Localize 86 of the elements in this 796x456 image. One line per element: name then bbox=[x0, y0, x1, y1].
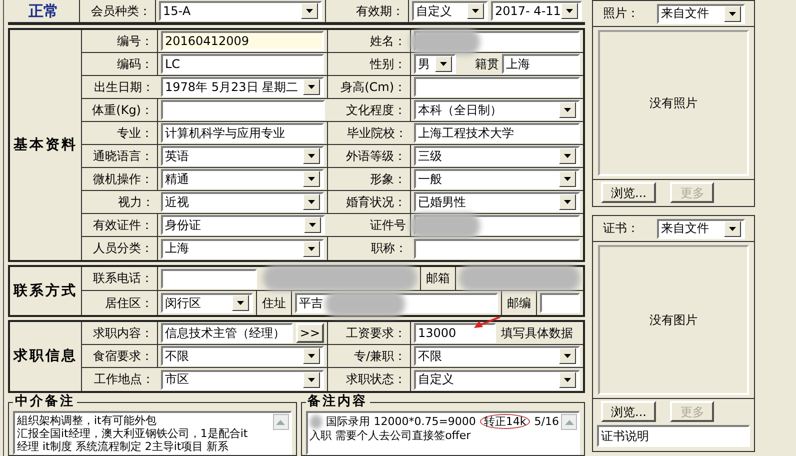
field-label: 形象： bbox=[370, 172, 406, 186]
field-label: 体重(Kg)： bbox=[92, 102, 153, 118]
dropdown-field[interactable]: 本科（全日制） bbox=[414, 100, 580, 120]
text-field[interactable]: 上海 bbox=[502, 54, 580, 74]
field-label: 性别： bbox=[370, 56, 406, 72]
hint-text: 填写具体数据 bbox=[501, 326, 573, 340]
field-label: 姓名： bbox=[370, 34, 406, 48]
field-label: 求职内容： bbox=[93, 326, 153, 340]
dropdown-field[interactable]: 已婚男性 bbox=[414, 192, 580, 212]
dropdown-field[interactable]: 一般 bbox=[414, 169, 580, 189]
field-label: 邮编 bbox=[507, 296, 531, 310]
browse-button[interactable]: 浏览... bbox=[601, 401, 656, 422]
text-field[interactable]: 上海工程技术大学 bbox=[414, 123, 580, 143]
field-label: 文化程度： bbox=[346, 102, 406, 118]
field-label: 职称： bbox=[371, 241, 407, 256]
field-label: 籍贯 bbox=[475, 56, 499, 72]
date-picker[interactable]: 1978年 5月23日 星期二 bbox=[161, 77, 324, 97]
text-field[interactable]: 计算机科学与应用专业 bbox=[161, 123, 324, 143]
section-title: 基本资料 bbox=[14, 136, 78, 154]
field-label: 微机操作： bbox=[93, 172, 153, 186]
dropdown-field[interactable]: 自定义 bbox=[412, 1, 488, 21]
section-title: 联系方式 bbox=[14, 282, 78, 300]
field-label: 工作地点： bbox=[94, 372, 154, 387]
dropdown-field[interactable]: 市区 bbox=[161, 370, 324, 390]
field-label: 专业： bbox=[117, 126, 153, 140]
field-label: 住址 bbox=[262, 296, 286, 310]
dropdown-field[interactable]: 男 bbox=[414, 54, 456, 74]
field-label: 会员种类： bbox=[91, 4, 151, 18]
date-picker[interactable]: 2017- 4-11 bbox=[491, 1, 582, 21]
field-label: 工资要求： bbox=[346, 326, 406, 340]
field-label: 证书： bbox=[603, 221, 639, 236]
field-label: 有效证件： bbox=[93, 218, 153, 232]
notes-field[interactable]: 国际录用 12000*0.75=9000 转正14k 5/16 入职 需要个人去公司直接签offer bbox=[306, 411, 580, 455]
dropdown-field[interactable]: 自定义 bbox=[414, 370, 580, 390]
field-label: 人员分类： bbox=[93, 241, 153, 256]
image-preview-field[interactable]: 没有图片 bbox=[598, 245, 749, 395]
dropdown-field[interactable]: 身份证 bbox=[161, 215, 325, 235]
dropdown-field[interactable]: 英语 bbox=[161, 146, 324, 166]
circled-note-text: 转正14k bbox=[480, 414, 530, 429]
dropdown-field[interactable]: 近视 bbox=[161, 192, 324, 212]
dropdown-field[interactable]: 来自文件 bbox=[657, 218, 745, 238]
field-label: 编码： bbox=[117, 56, 153, 72]
text-field[interactable]: 信息技术主管（经理） bbox=[161, 323, 293, 343]
field-label: 毕业院校： bbox=[347, 126, 407, 140]
expand-button[interactable]: >> bbox=[296, 323, 324, 343]
note-line: 经理 it制度 系统流程制定 2主导it项目 新系 bbox=[17, 440, 230, 453]
group-title: 备注内容 bbox=[306, 394, 370, 410]
note-line: 組织架构调整，it有可能外包 bbox=[17, 414, 158, 427]
text-field[interactable]: 20160412009 bbox=[161, 31, 324, 51]
dropdown-field[interactable]: 精通 bbox=[161, 169, 324, 189]
field-label: 联系电话： bbox=[93, 271, 153, 286]
image-preview-field[interactable]: 没有照片 bbox=[598, 30, 749, 176]
note-line: 汇报全国it经理，澳大利亚钢铁公司，1是配合it bbox=[17, 427, 249, 440]
dropdown-field[interactable]: 三级 bbox=[414, 146, 580, 166]
section-title: 求职信息 bbox=[14, 348, 78, 365]
browse-button[interactable]: 浏览... bbox=[601, 182, 656, 203]
text-field[interactable]: 13000 bbox=[414, 323, 496, 343]
field-label: 出生日期： bbox=[94, 80, 154, 94]
field-label: 外语等级： bbox=[346, 148, 406, 164]
note-text: 入职 需要个人去公司直接签offer bbox=[310, 429, 471, 442]
field-label: 邮箱 bbox=[426, 271, 450, 286]
dropdown-field[interactable]: 15-A bbox=[159, 1, 322, 21]
note-text: 国际录用 12000*0.75=9000 bbox=[326, 415, 476, 428]
field-label: 编号： bbox=[117, 34, 153, 48]
field-label: 有效期： bbox=[356, 4, 404, 18]
field-label: 求职状态： bbox=[346, 372, 406, 387]
text-field[interactable]: LC bbox=[161, 54, 324, 74]
note-text: 5/16 bbox=[534, 415, 559, 428]
notes-field[interactable]: 組织架构调整，it有可能外包 汇报全国it经理，澳大利亚钢铁公司，1是配合it 经理 it制度 系统流程制定 2主导it项目 新系 bbox=[13, 411, 292, 455]
field-label: 证件号 bbox=[370, 218, 406, 232]
dropdown-field[interactable]: 不限 bbox=[161, 346, 324, 366]
text-field[interactable]: 证书说明 bbox=[597, 425, 750, 447]
field-label: 婚育状况： bbox=[346, 194, 406, 210]
field-label: 身高(Cm)： bbox=[340, 80, 406, 94]
field-label: 专/兼职： bbox=[354, 348, 406, 364]
dropdown-field[interactable]: 不限 bbox=[414, 346, 580, 366]
group-title: 中介备注 bbox=[13, 394, 77, 410]
field-label: 居住区： bbox=[105, 296, 153, 310]
dropdown-field[interactable]: 来自文件 bbox=[657, 4, 745, 24]
dropdown-field[interactable]: 上海 bbox=[161, 238, 324, 258]
field-label: 通晓语言： bbox=[93, 148, 153, 164]
field-label: 食宿要求： bbox=[93, 348, 153, 364]
status-label: 正常 bbox=[28, 2, 58, 20]
dropdown-field[interactable]: 闵行区 bbox=[161, 293, 253, 313]
field-label: 照片： bbox=[603, 6, 639, 21]
field-label: 视力： bbox=[118, 194, 154, 210]
